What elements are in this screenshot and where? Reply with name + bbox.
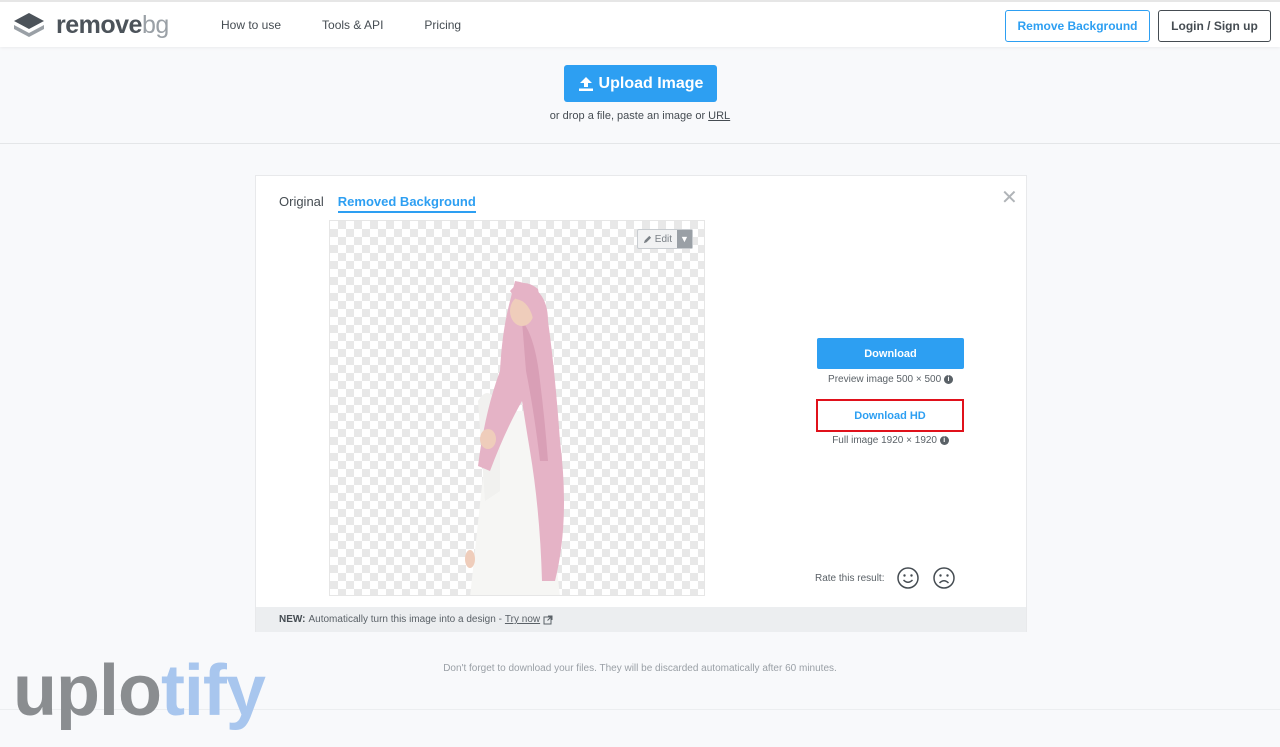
logo-layers-icon — [14, 13, 44, 37]
tab-original[interactable]: Original — [279, 194, 324, 213]
logo-text: removebg — [56, 10, 169, 39]
rate-label: Rate this result: — [815, 572, 885, 584]
info-icon[interactable]: i — [943, 374, 953, 384]
frown-icon[interactable] — [932, 566, 956, 590]
full-size-note: Full image 1920 × 1920 i — [817, 435, 964, 446]
result-preview-image: Edit ▼ — [329, 220, 705, 596]
caret-down-icon[interactable]: ▼ — [677, 230, 693, 248]
rate-result: Rate this result: — [815, 566, 956, 590]
logo[interactable]: removebg — [12, 10, 169, 40]
nav-tools-api[interactable]: Tools & API — [322, 18, 383, 32]
try-now-link[interactable]: Try now — [505, 614, 540, 625]
result-card: Original Removed Background ✕ Edit ▼ Dow… — [255, 175, 1027, 632]
card-footer-banner: NEW: Automatically turn this image into … — [256, 607, 1026, 632]
nav-how-to-use[interactable]: How to use — [221, 18, 281, 32]
edit-button[interactable]: Edit ▼ — [637, 229, 694, 249]
watermark-part2: tify — [160, 651, 266, 731]
upload-image-button[interactable]: Upload Image — [564, 65, 717, 102]
edit-label: Edit — [654, 233, 673, 245]
download-hd-button[interactable]: Download HD — [816, 399, 964, 432]
preview-size-note: Preview image 500 × 500 i — [817, 374, 964, 385]
pencil-icon — [643, 235, 652, 243]
upload-hint-text: or drop a file, paste an image or — [549, 110, 706, 122]
download-button[interactable]: Download — [817, 338, 964, 369]
info-icon[interactable]: i — [939, 435, 949, 445]
main-nav: How to use Tools & API Pricing — [221, 18, 502, 32]
nav-pricing[interactable]: Pricing — [424, 18, 461, 32]
upload-hint: or drop a file, paste an image or URL — [0, 110, 1280, 122]
smile-icon[interactable] — [896, 566, 920, 590]
external-link-icon[interactable] — [543, 615, 553, 625]
full-note-text: Full image 1920 × 1920 — [832, 435, 937, 446]
preview-note-text: Preview image 500 × 500 — [828, 374, 942, 385]
login-signup-button[interactable]: Login / Sign up — [1158, 10, 1271, 42]
result-tabs: Original Removed Background — [279, 194, 490, 213]
watermark-logo: uplotify — [13, 655, 266, 727]
remove-background-button[interactable]: Remove Background — [1005, 10, 1150, 42]
upload-image-label: Upload Image — [598, 74, 704, 92]
upload-icon — [578, 76, 593, 91]
url-link[interactable]: URL — [708, 110, 730, 122]
watermark-part1: uplo — [13, 651, 162, 731]
tab-removed-background[interactable]: Removed Background — [337, 194, 476, 213]
close-icon[interactable]: ✕ — [1001, 188, 1018, 208]
footer-text: Automatically turn this image into a des… — [308, 614, 502, 625]
upload-zone[interactable]: Upload Image or drop a file, paste an im… — [0, 47, 1280, 144]
top-header: removebg How to use Tools & API Pricing … — [0, 0, 1280, 47]
footer-new-label: NEW: — [279, 614, 306, 625]
subject-person-image — [465, 281, 564, 595]
